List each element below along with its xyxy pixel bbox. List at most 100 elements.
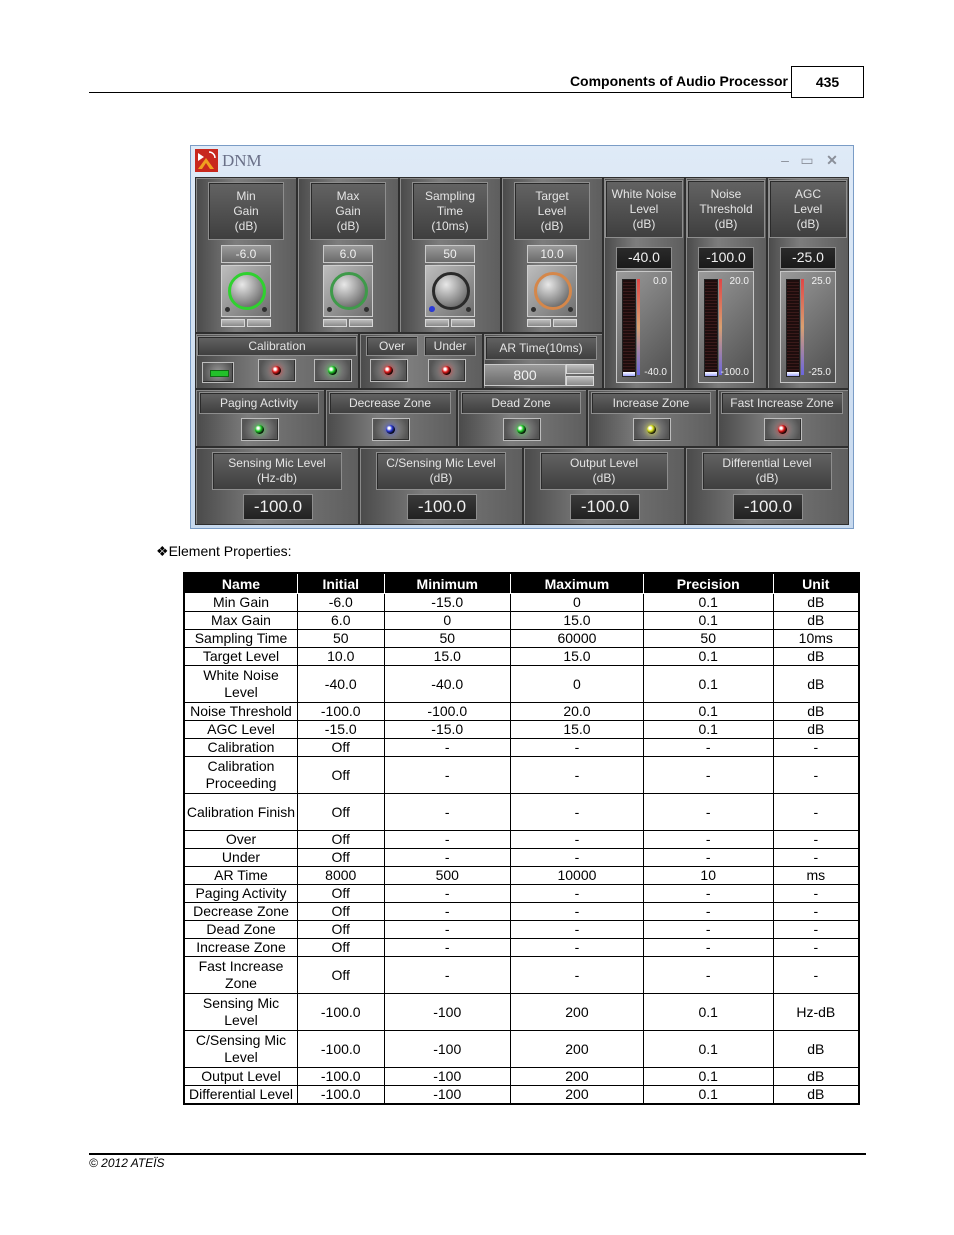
property-value-cell: - <box>383 848 512 867</box>
ar-time-input[interactable]: 800 <box>484 364 566 386</box>
property-value-cell: 0.1 <box>642 1085 774 1105</box>
knob-value-field[interactable]: -6.0 <box>221 245 271 263</box>
label-line: (dB) <box>714 216 738 231</box>
property-value-cell: 50 <box>297 629 385 648</box>
meter-bar <box>622 279 636 377</box>
knob-value-field[interactable]: 50 <box>425 245 475 263</box>
level-panel: Sensing Mic Level (Hz-db) -100.0 <box>195 447 359 525</box>
property-value-cell: Off <box>297 793 385 831</box>
property-name-cell: Noise Threshold <box>183 702 298 721</box>
property-value-cell: 0.1 <box>642 1030 774 1068</box>
property-value-cell: - <box>772 884 860 903</box>
knob-control[interactable] <box>323 265 373 317</box>
knob-increase-button[interactable] <box>451 319 475 327</box>
property-name-cell: AR Time <box>183 866 298 885</box>
property-name-cell: Calibration Finish <box>183 793 298 831</box>
label-line: Output Level <box>569 456 639 470</box>
knob-increase-button[interactable] <box>349 319 373 327</box>
property-value-cell: -6.0 <box>297 593 385 612</box>
over-indicator <box>370 359 408 382</box>
meter-scale-max: 25.0 <box>811 276 831 287</box>
meter-panel: Noise Threshold (dB) -100.0 20.0 -100.0 <box>685 177 767 389</box>
meter-label: Noise Threshold (dB) <box>687 180 765 238</box>
level-value-field[interactable]: -100.0 <box>243 494 313 520</box>
knob-control[interactable] <box>527 265 577 317</box>
knob-increase-button[interactable] <box>247 319 271 327</box>
label-line: Noise <box>710 186 742 201</box>
property-value-cell: 10ms <box>772 629 860 648</box>
label-line: White Noise <box>611 186 677 201</box>
level-label: Differential Level (dB) <box>702 452 832 490</box>
copyright: © 2012 ATEÏS <box>89 1156 165 1170</box>
header-rule <box>89 92 792 93</box>
property-value-cell: Off <box>297 938 385 957</box>
table-row: White Noise Level -40.0 -40.0 0 0.1 dB <box>183 665 860 703</box>
zone-panel: Increase Zone <box>587 389 717 447</box>
knob-value-field[interactable]: 10.0 <box>527 245 577 263</box>
property-value-cell: Off <box>297 956 385 994</box>
minimize-button[interactable]: – <box>775 151 795 169</box>
title-bar[interactable]: DNM – ▭ ✕ <box>191 146 853 176</box>
property-value-cell: -15.0 <box>383 720 512 739</box>
meter-scale <box>719 279 722 375</box>
close-button[interactable]: ✕ <box>822 151 842 169</box>
property-value-cell: - <box>383 738 512 757</box>
property-value-cell: 0 <box>510 593 644 612</box>
property-name-cell: C/Sensing Mic Level <box>183 1030 298 1068</box>
property-value-cell: 15.0 <box>383 647 512 666</box>
red-led-icon <box>384 365 393 375</box>
property-value-cell: -100 <box>383 1067 512 1086</box>
meter-value-field[interactable]: -25.0 <box>780 247 836 269</box>
dnm-panel: Min Gain (dB) -6.0 Max Gain (dB) 6.0 Sampling Tim… <box>195 177 849 525</box>
calibration-finish-indicator <box>314 359 352 382</box>
calibration-proceeding-indicator <box>258 359 296 382</box>
property-name-cell: Output Level <box>183 1067 298 1086</box>
label-line: Sampling <box>424 188 476 203</box>
table-row: Output Level -100.0 -100 200 0.1 dB <box>183 1067 860 1086</box>
knob-screw <box>568 307 573 312</box>
knob-decrease-button[interactable] <box>221 319 245 327</box>
level-value-field[interactable]: -100.0 <box>407 494 477 520</box>
table-row: Fast Increase Zone Off - - - - <box>183 956 860 994</box>
knob-decrease-button[interactable] <box>323 319 347 327</box>
property-value-cell: 0.1 <box>642 611 774 630</box>
maximize-button[interactable]: ▭ <box>797 151 817 169</box>
property-value-cell: - <box>772 738 860 757</box>
label-line: Max <box>336 188 360 203</box>
table-row: Under Off - - - - <box>183 848 860 867</box>
meter-value-field[interactable]: -40.0 <box>616 247 672 269</box>
property-value-cell: 200 <box>510 993 644 1031</box>
knob-control[interactable] <box>221 265 271 317</box>
property-name-cell: Fast Increase Zone <box>183 956 298 994</box>
calibration-button[interactable] <box>202 362 234 383</box>
knob-control[interactable] <box>425 265 475 317</box>
label-line: (dB) <box>755 471 779 485</box>
meter-value-field[interactable]: -100.0 <box>698 247 754 269</box>
property-value-cell: - <box>510 884 644 903</box>
knob-value-field[interactable]: 6.0 <box>323 245 373 263</box>
zone-indicator <box>372 418 410 441</box>
property-name-cell: Min Gain <box>183 593 298 612</box>
property-value-cell: -100.0 <box>383 702 512 721</box>
property-value-cell: 0 <box>383 611 512 630</box>
knob-decrease-button[interactable] <box>425 319 449 327</box>
label-line: Sensing Mic Level <box>228 456 326 470</box>
knob-panel: Max Gain (dB) 6.0 <box>297 177 399 333</box>
property-value-cell: - <box>510 738 644 757</box>
knob-increase-button[interactable] <box>553 319 577 327</box>
level-value-field[interactable]: -100.0 <box>570 494 640 520</box>
ar-time-up-button[interactable] <box>566 364 594 374</box>
under-indicator <box>428 359 466 382</box>
ar-time-down-button[interactable] <box>566 376 594 386</box>
property-value-cell: - <box>510 830 644 849</box>
property-value-cell: Off <box>297 884 385 903</box>
property-value-cell: Off <box>297 848 385 867</box>
knob-panel: Min Gain (dB) -6.0 <box>195 177 297 333</box>
property-value-cell: -100.0 <box>297 993 385 1031</box>
element-properties-table: Name Initial Minimum Maximum Precision Unit M… <box>183 572 860 1105</box>
meter-scale-min: -40.0 <box>644 367 667 378</box>
property-value-cell: 10000 <box>510 866 644 885</box>
level-value-field[interactable]: -100.0 <box>733 494 803 520</box>
column-header: Name <box>183 573 298 594</box>
knob-decrease-button[interactable] <box>527 319 551 327</box>
